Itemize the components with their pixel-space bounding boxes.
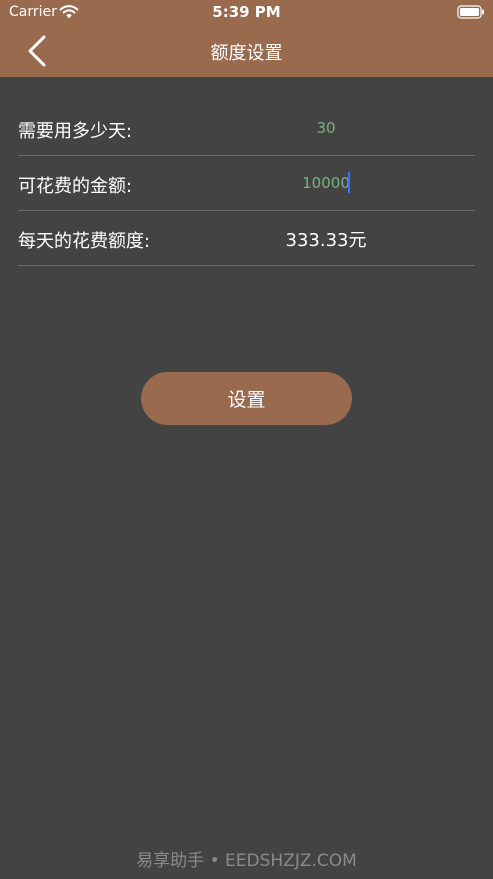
- daily-amount-value: 333.33元: [285, 230, 367, 251]
- battery-icon: [457, 5, 484, 19]
- amount-row: 可花费的金额:: [18, 156, 475, 211]
- watermark-text: 易享助手 • EEDSHZJZ.COM: [136, 851, 357, 871]
- daily-row: 每天的花费额度: 333.33元: [18, 211, 475, 266]
- page-title: 额度设置: [210, 43, 283, 64]
- amount-input[interactable]: [248, 166, 404, 200]
- days-label: 需要用多少天:: [18, 121, 133, 142]
- amount-label: 可花费的金额:: [18, 176, 133, 197]
- days-row: 需要用多少天:: [18, 101, 475, 156]
- status-time: 5:39 PM: [212, 3, 281, 21]
- nav-bar: 额度设置: [0, 26, 493, 77]
- header-bar: Carrier 5:39 PM 额度设置: [0, 0, 493, 77]
- text-cursor: [348, 172, 350, 193]
- set-button[interactable]: 设置: [141, 372, 352, 425]
- status-bar: Carrier 5:39 PM: [0, 0, 493, 26]
- daily-label: 每天的花费额度:: [18, 231, 151, 252]
- days-input[interactable]: [248, 111, 404, 145]
